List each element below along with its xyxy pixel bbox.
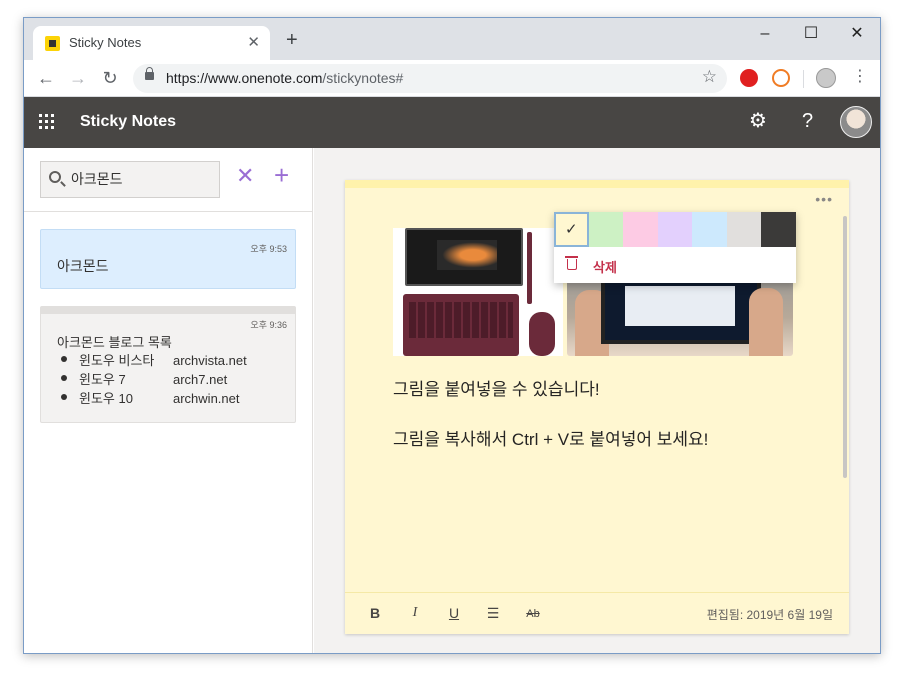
user-avatar[interactable] <box>840 106 872 138</box>
note-time: 오후 9:53 <box>250 244 287 254</box>
browser-profile-avatar[interactable] <box>816 68 836 88</box>
search-icon <box>49 171 61 183</box>
tab-title: Sticky Notes <box>69 35 142 50</box>
back-arrow-icon[interactable]: ← <box>34 66 58 90</box>
sidebar-divider <box>24 211 313 212</box>
lock-icon <box>145 67 154 80</box>
close-tab-icon[interactable]: ✕ <box>247 33 260 51</box>
list-item: 윈도우 10 archwin.net <box>57 388 247 407</box>
app-title: Sticky Notes <box>80 113 177 130</box>
reload-icon[interactable]: ↻ <box>98 66 122 90</box>
browser-window: Sticky Notes ✕ + – ☐ ✕ ← → ↻ https://www… <box>23 17 881 654</box>
sticky-notes-favicon-icon <box>45 36 60 51</box>
window-close-icon[interactable]: ✕ <box>834 22 880 46</box>
more-options-icon[interactable]: ••• <box>815 192 833 206</box>
note-body-line[interactable]: 그림을 붙여넣을 수 있습니다! <box>393 375 600 400</box>
pen-image <box>527 232 532 304</box>
underline-button[interactable]: U <box>444 605 464 621</box>
tablet-image <box>405 228 523 286</box>
color-swatch-purple[interactable] <box>657 212 692 247</box>
bullet-list-button[interactable]: ☰ <box>483 605 503 622</box>
note-list: 윈도우 비스타 archvista.net 윈도우 7 arch7.net 윈도우 … <box>57 350 247 407</box>
color-swatch-gray[interactable] <box>726 212 761 247</box>
editor-color-bar <box>345 180 849 188</box>
edited-date: 편집됨: 2019년 6월 19일 <box>706 608 833 622</box>
color-swatch-pink[interactable] <box>623 212 658 247</box>
trash-icon <box>565 256 578 270</box>
list-item: 윈도우 비스타 archvista.net <box>57 350 247 369</box>
list-item: 윈도우 7 arch7.net <box>57 369 247 388</box>
browser-toolbar: ← → ↻ https://www.onenote.com/stickynote… <box>24 60 880 97</box>
keyboard-image <box>403 294 519 356</box>
scrollbar[interactable] <box>843 216 847 478</box>
note-body-line[interactable]: 그림을 복사해서 Ctrl + V로 붙여넣어 보세요! <box>393 425 708 450</box>
clear-search-icon[interactable]: ✕ <box>236 165 254 187</box>
address-bar[interactable]: https://www.onenote.com/stickynotes# ☆ <box>133 64 727 93</box>
checkmark-icon: ✓ <box>565 221 578 238</box>
note-card[interactable]: 오후 9:53 아크몬드 <box>40 229 296 289</box>
note-time: 오후 9:36 <box>250 320 287 330</box>
note-title: 아크몬드 블로그 목록 <box>57 335 172 350</box>
pasted-image-surface-accessories[interactable] <box>393 228 563 356</box>
notes-sidebar: ✕ + 오후 9:53 아크몬드 오후 9:36 아크몬드 블로그 목록 윈도우… <box>24 148 313 653</box>
browser-menu-icon[interactable]: ⋮ <box>852 67 868 87</box>
search-input[interactable] <box>71 171 211 187</box>
extension-b-icon[interactable] <box>772 69 790 87</box>
delete-note-button[interactable]: 삭제 <box>554 248 796 283</box>
bold-button[interactable]: B <box>365 605 385 621</box>
help-icon[interactable]: ? <box>802 110 813 132</box>
add-note-icon[interactable]: + <box>274 162 289 188</box>
mouse-image <box>529 312 555 356</box>
app-launcher-icon[interactable] <box>39 114 55 130</box>
app-header: Sticky Notes ⚙ ? <box>24 97 880 148</box>
color-swatch-green[interactable] <box>588 212 623 247</box>
color-swatch-yellow[interactable]: ✓ <box>554 212 589 247</box>
bookmark-star-icon[interactable]: ☆ <box>702 67 717 87</box>
settings-gear-icon[interactable]: ⚙ <box>749 110 767 132</box>
minimize-icon[interactable]: – <box>742 22 788 46</box>
delete-label: 삭제 <box>593 260 617 275</box>
new-tab-icon[interactable]: + <box>286 30 298 50</box>
hand-image <box>749 288 783 356</box>
note-card[interactable]: 오후 9:36 아크몬드 블로그 목록 윈도우 비스타 archvista.net… <box>40 306 296 423</box>
search-box[interactable] <box>40 161 220 198</box>
strikethrough-button[interactable]: Ab <box>523 608 543 620</box>
color-swatch-blue[interactable] <box>692 212 727 247</box>
forward-arrow-icon[interactable]: → <box>66 66 90 90</box>
format-toolbar: B I U ☰ Ab 편집됨: 2019년 6월 19일 <box>345 592 849 634</box>
toolbar-divider <box>803 70 804 88</box>
browser-tab[interactable]: Sticky Notes ✕ <box>33 26 270 60</box>
tab-strip: Sticky Notes ✕ + – ☐ ✕ <box>24 18 880 60</box>
italic-button[interactable]: I <box>405 605 425 621</box>
note-color-menu: ✓ 삭제 <box>554 212 796 283</box>
note-text: 아크몬드 <box>57 258 109 274</box>
maximize-icon[interactable]: ☐ <box>788 22 834 46</box>
url-text: https://www.onenote.com/stickynotes# <box>166 70 404 86</box>
adblock-extension-icon[interactable] <box>740 69 758 87</box>
color-swatch-charcoal[interactable] <box>761 212 796 247</box>
